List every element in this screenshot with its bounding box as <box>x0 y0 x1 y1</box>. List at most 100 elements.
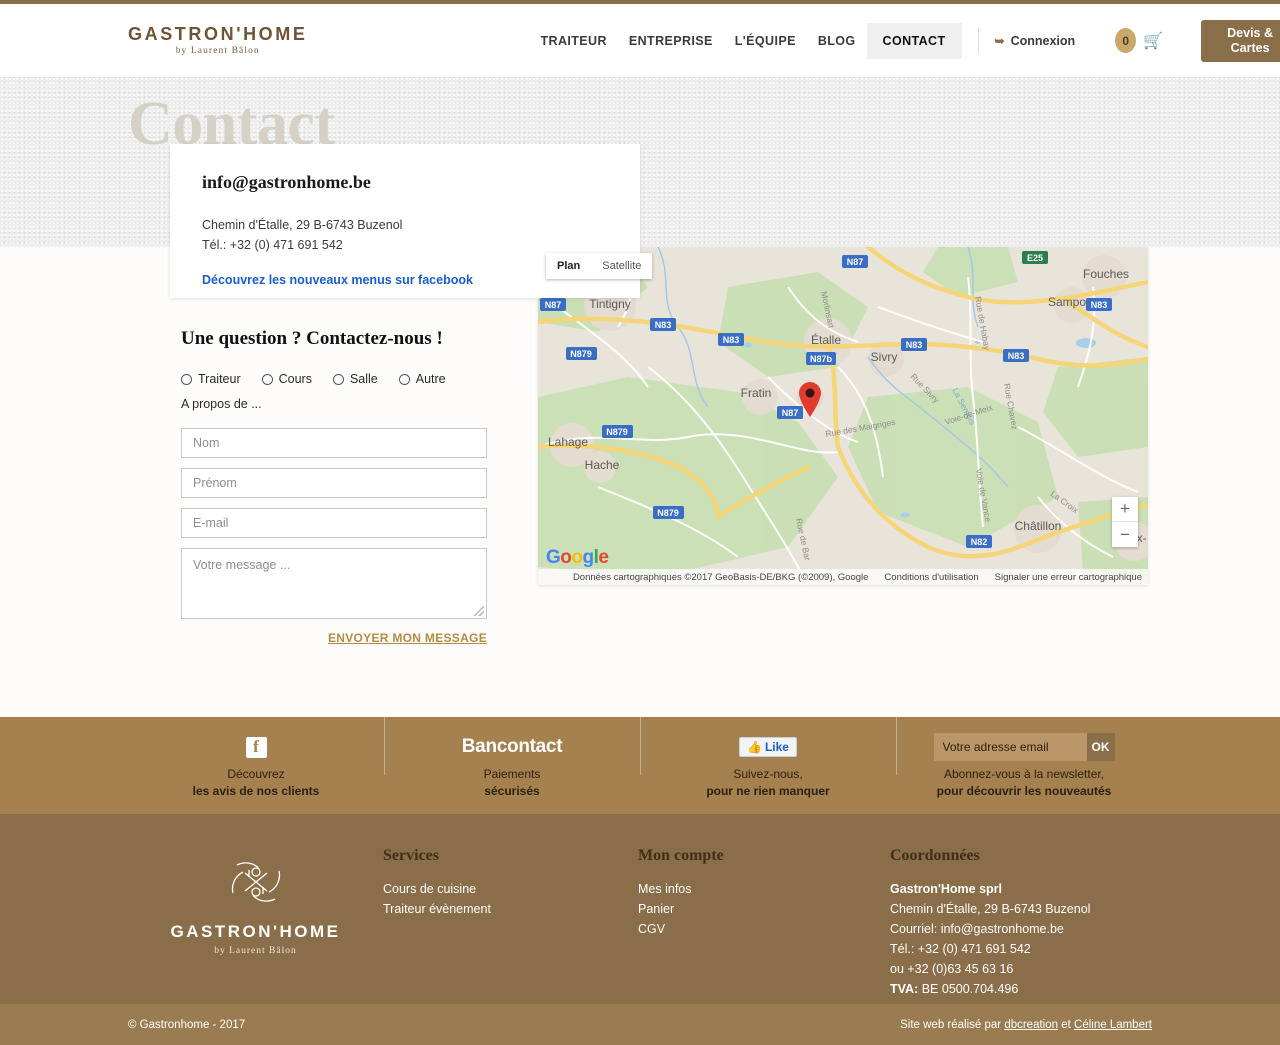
site-footer: GASTRON'HOME by Laurent Bâlon Services C… <box>0 814 1280 1004</box>
footer-link-cgv[interactable]: CGV <box>638 919 890 939</box>
svg-text:E25: E25 <box>1027 253 1043 263</box>
svg-text:N83: N83 <box>655 320 672 330</box>
footer-link-traiteur-evenement[interactable]: Traiteur évènement <box>383 899 638 919</box>
footer-link-cours-de-cuisine[interactable]: Cours de cuisine <box>383 879 638 899</box>
gastronhome-emblem-icon <box>231 862 280 902</box>
map-type-plan[interactable]: Plan <box>546 253 592 279</box>
svg-text:N83: N83 <box>1091 300 1108 310</box>
map-zoom-control[interactable]: + − <box>1112 497 1138 547</box>
footer-phone-1: Tél.: +32 (0) 471 691 542 <box>890 942 1031 956</box>
footer-company-name: Gastron'Home sprl <box>890 882 1003 896</box>
map-data-attribution: Données cartographiques ©2017 GeoBasis-D… <box>572 571 869 583</box>
devis-cartes-button[interactable]: Devis & Cartes <box>1201 19 1280 62</box>
radio-autre[interactable]: Autre <box>398 372 446 386</box>
promo-strip: f Découvrez les avis de nos clients Banc… <box>0 711 1280 814</box>
promo-col-newsletter: Votre adresse email OK Abonnez-vous à la… <box>896 711 1152 798</box>
message-placeholder: Votre message ... <box>193 558 291 572</box>
promo-col-facebook[interactable]: f Découvrez les avis de nos clients <box>128 733 384 798</box>
map-shield-n83-c: N83 <box>718 333 744 346</box>
promo-col-like[interactable]: 👍 Like Suivez-nous, pour ne rien manquer <box>640 711 896 798</box>
textarea-resize-handle[interactable] <box>474 606 484 616</box>
map-shield-n83-d: N83 <box>901 338 927 351</box>
map-zoom-in-button[interactable]: + <box>1112 497 1138 522</box>
promo-fb-line1: Découvrez <box>227 767 285 781</box>
svg-text:N87: N87 <box>545 300 562 310</box>
form-heading: Une question ? Contactez-nous ! <box>181 328 443 349</box>
map-shield-e25: E25 <box>1022 251 1048 264</box>
promo-fb-line2: les avis de nos clients <box>192 784 320 798</box>
svg-text:N879: N879 <box>657 508 679 518</box>
promo-like-line1: Suivez-nous, <box>733 767 803 781</box>
nav-item-equipe[interactable]: L'ÉQUIPE <box>724 25 807 57</box>
map-place-fouches: Fouches <box>1083 267 1129 281</box>
newsletter-form: Votre adresse email OK <box>933 733 1115 761</box>
login-link[interactable]: ➥ Connexion <box>995 34 1076 48</box>
radio-traiteur[interactable]: Traiteur <box>181 372 241 386</box>
message-textarea[interactable]: Votre message ... <box>181 548 487 619</box>
map-place-sivry: Sivry <box>871 350 898 364</box>
nav-item-entreprise[interactable]: ENTREPRISE <box>618 25 724 57</box>
footer-services-column: Services Cours de cuisine Traiteur évène… <box>383 847 638 1004</box>
map-type-switcher[interactable]: Plan Satellite <box>546 253 653 279</box>
map-shield-n83-b: N83 <box>650 318 676 331</box>
subject-helper-label: A propos de ... <box>181 397 262 411</box>
nav-item-blog[interactable]: BLOG <box>807 25 867 57</box>
radio-circle-icon <box>332 373 344 385</box>
main-content: Une question ? Contactez-nous ! Traiteur… <box>0 247 1280 717</box>
radio-label-salle: Salle <box>349 372 378 386</box>
map-type-satellite[interactable]: Satellite <box>591 253 653 279</box>
devis-line-2: Cartes <box>1230 40 1270 55</box>
footer-services-heading: Services <box>383 847 439 864</box>
map-terms-link[interactable]: Conditions d'utilisation <box>884 572 978 583</box>
footer-address: Chemin d'Étalle, 29 B-6743 Buzenol <box>890 902 1091 916</box>
facebook-icon[interactable]: f <box>245 736 267 758</box>
radio-salle[interactable]: Salle <box>332 372 378 386</box>
cart-widget[interactable]: 0 🛒 <box>1115 28 1163 53</box>
shopping-cart-icon: 🛒 <box>1143 32 1164 50</box>
name-input[interactable]: Nom <box>181 428 487 458</box>
contact-email[interactable]: info@gastronhome.be <box>202 172 608 193</box>
firstname-input[interactable]: Prénom <box>181 468 487 498</box>
footer-email[interactable]: Courriel: info@gastronhome.be <box>890 919 1090 939</box>
map-shield-n87-c: N87 <box>777 406 803 419</box>
map-report-link[interactable]: Signaler une erreur cartographique <box>995 572 1142 583</box>
map-place-tintigny: Tintigny <box>589 297 631 311</box>
submit-message-button[interactable]: ENVOYER MON MESSAGE <box>181 631 487 645</box>
footer-phone-2: ou +32 (0)63 45 63 16 <box>890 962 1014 976</box>
svg-text:N83: N83 <box>723 335 740 345</box>
map-place-etalle: Étalle <box>811 332 841 347</box>
email-input[interactable]: E-mail <box>181 508 487 538</box>
radio-label-traiteur: Traiteur <box>198 372 241 386</box>
map-shield-n82: N82 <box>966 535 992 548</box>
nav-item-contact[interactable]: CONTACT <box>866 22 962 59</box>
promo-icon-row: 👍 Like <box>646 733 890 761</box>
map-shield-n879-b: N879 <box>602 425 633 438</box>
map-attribution-bar: Données cartographiques ©2017 GeoBasis-D… <box>538 569 1148 585</box>
promo-like-line2: pour ne rien manquer <box>706 784 830 798</box>
map-zoom-out-button[interactable]: − <box>1112 522 1138 547</box>
map-shield-n87b: N87b <box>806 352 836 365</box>
footer-logo[interactable]: GASTRON'HOME by Laurent Bâlon <box>128 847 383 1004</box>
newsletter-ok-button[interactable]: OK <box>1086 733 1115 761</box>
svg-text:N87: N87 <box>847 257 864 267</box>
credits-link-celine-lambert[interactable]: Céline Lambert <box>1074 1019 1152 1031</box>
footer-coordinates-heading: Coordonnées <box>890 847 980 864</box>
facebook-like-button[interactable]: 👍 Like <box>739 737 797 757</box>
map-shield-n87-b: N87 <box>540 298 566 311</box>
footer-link-mes-infos[interactable]: Mes infos <box>638 879 890 899</box>
credits-link-dbcreation[interactable]: dbcreation <box>1004 1019 1058 1031</box>
radio-cours[interactable]: Cours <box>261 372 312 386</box>
map-shield-n879-c: N879 <box>653 506 684 519</box>
login-arrow-icon: ➥ <box>994 33 1005 48</box>
login-label: Connexion <box>1010 33 1076 48</box>
contact-phone: Tél.: +32 (0) 471 691 542 <box>202 238 343 252</box>
footer-account-column: Mon compte Mes infos Panier CGV <box>638 847 890 1004</box>
svg-text:N83: N83 <box>906 340 923 350</box>
svg-text:N87b: N87b <box>810 354 833 364</box>
site-logo[interactable]: GASTRON'HOME by Laurent Bâlon <box>128 25 307 57</box>
newsletter-email-input[interactable]: Votre adresse email <box>933 733 1087 761</box>
svg-text:N879: N879 <box>570 349 592 359</box>
footer-link-panier[interactable]: Panier <box>638 899 890 919</box>
svg-text:N83: N83 <box>1008 351 1025 361</box>
nav-item-traiteur[interactable]: TRAITEUR <box>529 25 617 57</box>
